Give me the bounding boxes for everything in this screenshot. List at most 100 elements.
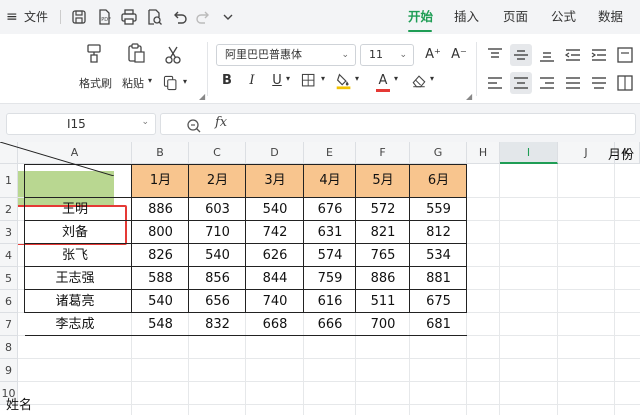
value-cell[interactable]: 572: [356, 198, 410, 221]
column-header-g[interactable]: G: [410, 142, 467, 164]
indent-increase-icon[interactable]: [588, 44, 610, 66]
tab-data[interactable]: 数据: [598, 0, 623, 34]
align-right-icon[interactable]: [536, 72, 558, 94]
value-cell[interactable]: 675: [410, 290, 467, 313]
file-menu[interactable]: 文件: [24, 0, 48, 34]
insert-function-button[interactable]: fx: [215, 115, 227, 130]
value-cell[interactable]: 631: [304, 221, 356, 244]
distributed-align-icon[interactable]: [588, 72, 610, 94]
clear-format-eraser-icon[interactable]: [410, 72, 428, 93]
value-cell[interactable]: 534: [410, 244, 467, 267]
undo-icon[interactable]: [170, 8, 188, 26]
spreadsheet-grid[interactable]: A B C D E F G H I J K 1 2 3 4 5 6 7 8 9 10 月份 姓名 1月 2月 3月 4月 5月 6月 王明…: [0, 142, 640, 415]
column-header-b[interactable]: B: [132, 142, 189, 164]
justify-icon[interactable]: [562, 72, 584, 94]
column-header-h[interactable]: H: [467, 142, 500, 164]
merge-cells-icon[interactable]: [614, 72, 636, 94]
align-top-icon[interactable]: [484, 44, 506, 66]
name-cell[interactable]: 张飞: [18, 244, 132, 267]
value-cell[interactable]: 626: [246, 244, 304, 267]
column-header-j[interactable]: J: [558, 142, 615, 164]
paste-label[interactable]: 粘贴: [122, 75, 144, 91]
indent-decrease-icon[interactable]: [562, 44, 584, 66]
redo-icon[interactable]: [195, 8, 213, 26]
align-center-icon[interactable]: [510, 72, 532, 94]
cut-icon[interactable]: [162, 44, 184, 69]
italic-button[interactable]: I: [241, 70, 263, 92]
value-cell[interactable]: 540: [189, 244, 246, 267]
value-cell[interactable]: 668: [246, 313, 304, 336]
month-header-cell[interactable]: 2月: [189, 164, 246, 198]
value-cell[interactable]: 559: [410, 198, 467, 221]
format-painter-icon[interactable]: [83, 42, 105, 67]
paste-icon[interactable]: [125, 42, 147, 67]
row-header-3[interactable]: 3: [0, 221, 18, 244]
value-cell[interactable]: 800: [132, 221, 189, 244]
value-cell[interactable]: 656: [189, 290, 246, 313]
name-cell[interactable]: 刘备: [18, 221, 132, 244]
column-header-i[interactable]: I: [500, 142, 558, 164]
month-header-cell[interactable]: 3月: [246, 164, 304, 198]
format-painter-label[interactable]: 格式刷: [79, 75, 112, 91]
save-icon[interactable]: [70, 8, 88, 26]
row-header-8[interactable]: 8: [0, 336, 18, 359]
value-cell[interactable]: 540: [246, 198, 304, 221]
formula-input[interactable]: [160, 113, 636, 135]
wrap-text-icon[interactable]: [614, 44, 636, 66]
tab-formula[interactable]: 公式: [551, 0, 576, 34]
name-box[interactable]: I15 ⌄: [6, 113, 156, 135]
font-color-button[interactable]: A ▾: [370, 70, 404, 94]
column-header-c[interactable]: C: [189, 142, 246, 164]
borders-chevron-icon[interactable]: ▾: [321, 74, 325, 83]
value-cell[interactable]: 886: [356, 267, 410, 290]
name-cell[interactable]: 王明: [18, 198, 132, 221]
month-header-cell[interactable]: 6月: [410, 164, 467, 198]
name-cell[interactable]: 诸葛亮: [18, 290, 132, 313]
row-header-5[interactable]: 5: [0, 267, 18, 290]
month-header-cell[interactable]: 4月: [304, 164, 356, 198]
name-cell[interactable]: 王志强: [18, 267, 132, 290]
underline-chevron-icon[interactable]: ▾: [286, 74, 290, 83]
row-header-9[interactable]: 9: [0, 359, 18, 382]
month-header-cell[interactable]: 1月: [132, 164, 189, 198]
column-header-e[interactable]: E: [304, 142, 356, 164]
row-header-4[interactable]: 4: [0, 244, 18, 267]
value-cell[interactable]: 881: [410, 267, 467, 290]
value-cell[interactable]: 676: [304, 198, 356, 221]
tab-insert[interactable]: 插入: [454, 0, 479, 34]
value-cell[interactable]: 740: [246, 290, 304, 313]
align-bottom-icon[interactable]: [536, 44, 558, 66]
print-preview-icon[interactable]: [145, 8, 163, 26]
value-cell[interactable]: 548: [132, 313, 189, 336]
value-cell[interactable]: 616: [304, 290, 356, 313]
hamburger-menu-icon[interactable]: ≡: [6, 0, 18, 34]
month-header-cell[interactable]: 5月: [356, 164, 410, 198]
value-cell[interactable]: 826: [132, 244, 189, 267]
row-header-7[interactable]: 7: [0, 313, 18, 336]
align-left-icon[interactable]: [484, 72, 506, 94]
copy-chevron-icon[interactable]: ▾: [183, 77, 187, 86]
value-cell[interactable]: 886: [132, 198, 189, 221]
tab-home[interactable]: 开始: [408, 0, 433, 34]
value-cell[interactable]: 759: [304, 267, 356, 290]
underline-button[interactable]: U: [266, 70, 288, 92]
value-cell[interactable]: 856: [189, 267, 246, 290]
value-cell[interactable]: 666: [304, 313, 356, 336]
fill-color-chevron-icon[interactable]: ▾: [355, 74, 359, 83]
column-header-d[interactable]: D: [246, 142, 304, 164]
export-pdf-icon[interactable]: PDF: [95, 8, 113, 26]
font-dialog-launcher-icon[interactable]: ◢: [466, 92, 472, 101]
borders-icon[interactable]: [300, 72, 318, 93]
value-cell[interactable]: 832: [189, 313, 246, 336]
find-zoom-icon[interactable]: [186, 118, 202, 134]
row-header-6[interactable]: 6: [0, 290, 18, 313]
value-cell[interactable]: 812: [410, 221, 467, 244]
column-header-f[interactable]: F: [356, 142, 410, 164]
fill-color-icon[interactable]: [334, 71, 354, 94]
value-cell[interactable]: 700: [356, 313, 410, 336]
clear-format-chevron-icon[interactable]: ▾: [430, 74, 434, 83]
copy-icon[interactable]: [162, 74, 180, 95]
value-cell[interactable]: 742: [246, 221, 304, 244]
increase-font-size-button[interactable]: A⁺: [422, 44, 444, 66]
row-header-2[interactable]: 2: [0, 198, 18, 221]
